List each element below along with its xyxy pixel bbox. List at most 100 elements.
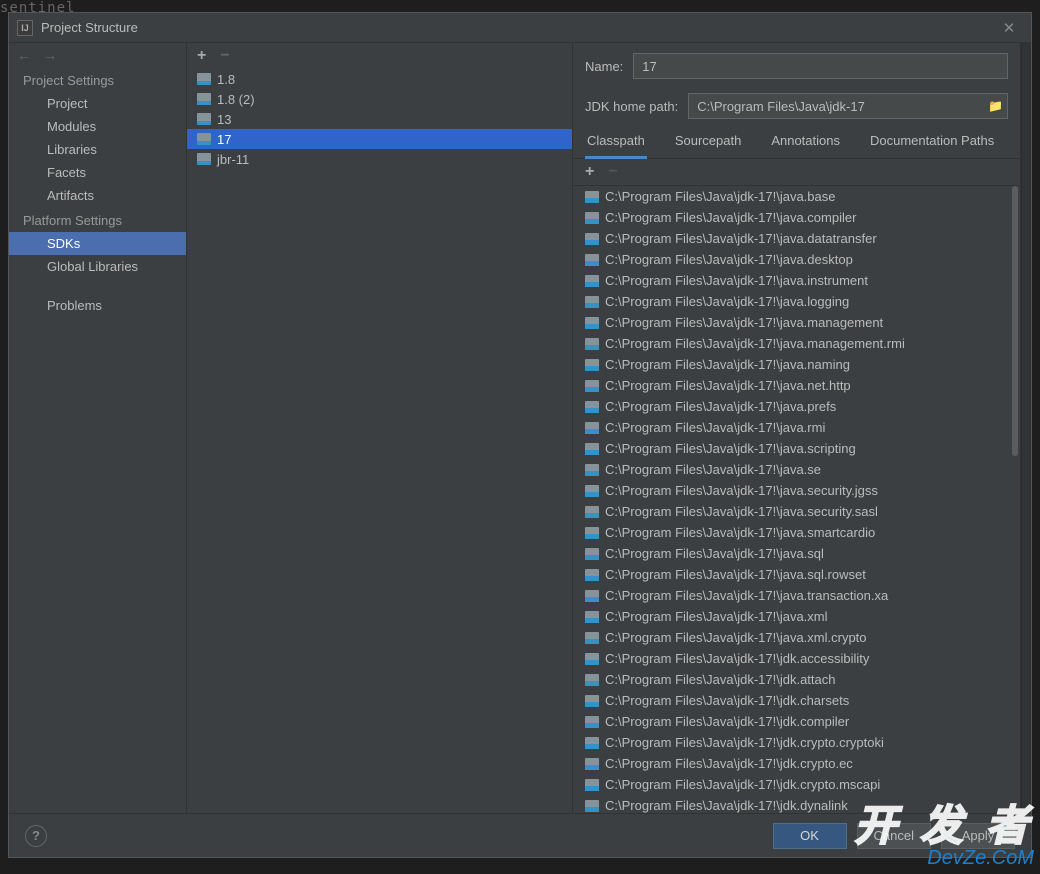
app-icon: IJ xyxy=(17,20,33,36)
module-icon xyxy=(585,800,599,812)
name-input[interactable] xyxy=(633,53,1008,79)
sdk-item[interactable]: 17 xyxy=(187,129,572,149)
project-structure-dialog: IJ Project Structure ✕ ← → Project Setti… xyxy=(8,12,1032,858)
close-button[interactable]: ✕ xyxy=(995,14,1023,42)
add-classpath-button[interactable]: + xyxy=(585,163,594,181)
module-icon xyxy=(585,464,599,476)
back-arrow-icon[interactable]: ← xyxy=(17,47,31,63)
classpath-item[interactable]: C:\Program Files\Java\jdk-17!\java.instr… xyxy=(573,270,1020,291)
forward-arrow-icon[interactable]: → xyxy=(43,47,57,63)
browse-folder-icon[interactable]: 📁 xyxy=(988,99,1003,113)
module-icon xyxy=(585,632,599,644)
help-button[interactable]: ? xyxy=(25,825,47,847)
classpath-item[interactable]: C:\Program Files\Java\jdk-17!\jdk.access… xyxy=(573,648,1020,669)
path-input[interactable]: C:\Program Files\Java\jdk-17 📁 xyxy=(688,93,1008,119)
apply-button[interactable]: Apply xyxy=(941,823,1015,849)
scrollbar-thumb[interactable] xyxy=(1012,186,1018,456)
path-row: JDK home path: C:\Program Files\Java\jdk… xyxy=(573,79,1020,127)
module-icon xyxy=(585,254,599,266)
classpath-item[interactable]: C:\Program Files\Java\jdk-17!\java.namin… xyxy=(573,354,1020,375)
remove-sdk-button[interactable]: − xyxy=(220,47,229,65)
sdk-item-label: 1.8 (2) xyxy=(217,92,255,107)
classpath-item[interactable]: C:\Program Files\Java\jdk-17!\jdk.crypto… xyxy=(573,753,1020,774)
classpath-item[interactable]: C:\Program Files\Java\jdk-17!\jdk.dynali… xyxy=(573,795,1020,813)
sdk-detail-panel: Name: JDK home path: C:\Program Files\Ja… xyxy=(573,43,1021,813)
classpath-item[interactable]: C:\Program Files\Java\jdk-17!\jdk.compil… xyxy=(573,711,1020,732)
name-row: Name: xyxy=(573,43,1020,79)
nav-item-sdks[interactable]: SDKs xyxy=(9,232,186,255)
classpath-item[interactable]: C:\Program Files\Java\jdk-17!\java.secur… xyxy=(573,480,1020,501)
classpath-item[interactable]: C:\Program Files\Java\jdk-17!\java.base xyxy=(573,186,1020,207)
remove-classpath-button[interactable]: − xyxy=(608,163,617,181)
tabs: Classpath Sourcepath Annotations Documentat… xyxy=(573,127,1020,159)
classpath-item[interactable]: C:\Program Files\Java\jdk-17!\java.deskt… xyxy=(573,249,1020,270)
classpath-item[interactable]: C:\Program Files\Java\jdk-17!\java.xml xyxy=(573,606,1020,627)
classpath-item[interactable]: C:\Program Files\Java\jdk-17!\java.trans… xyxy=(573,585,1020,606)
classpath-list[interactable]: C:\Program Files\Java\jdk-17!\java.base C… xyxy=(573,186,1020,813)
tab-documentation-paths[interactable]: Documentation Paths xyxy=(868,127,996,158)
cancel-button[interactable]: Cancel xyxy=(857,823,931,849)
nav-item-facets[interactable]: Facets xyxy=(9,161,186,184)
module-icon xyxy=(585,191,599,203)
tab-sourcepath[interactable]: Sourcepath xyxy=(673,127,744,158)
sdk-list[interactable]: 1.8 1.8 (2) 13 17jbr-11 xyxy=(187,69,572,813)
nav-problems[interactable]: Problems xyxy=(9,294,186,317)
module-icon xyxy=(585,317,599,329)
nav-arrows: ← → xyxy=(9,43,186,67)
classpath-item[interactable]: C:\Program Files\Java\jdk-17!\java.datat… xyxy=(573,228,1020,249)
classpath-path: C:\Program Files\Java\jdk-17!\jdk.attach xyxy=(605,672,835,687)
classpath-path: C:\Program Files\Java\jdk-17!\jdk.crypto… xyxy=(605,756,853,771)
sdk-item-label: 13 xyxy=(217,112,231,127)
classpath-path: C:\Program Files\Java\jdk-17!\java.base xyxy=(605,189,835,204)
titlebar: IJ Project Structure ✕ xyxy=(9,13,1031,43)
classpath-path: C:\Program Files\Java\jdk-17!\java.loggi… xyxy=(605,294,849,309)
classpath-item[interactable]: C:\Program Files\Java\jdk-17!\jdk.crypto… xyxy=(573,732,1020,753)
classpath-item[interactable]: C:\Program Files\Java\jdk-17!\java.manag… xyxy=(573,312,1020,333)
classpath-item[interactable]: C:\Program Files\Java\jdk-17!\java.compi… xyxy=(573,207,1020,228)
classpath-path: C:\Program Files\Java\jdk-17!\java.instr… xyxy=(605,273,868,288)
dialog-title: Project Structure xyxy=(41,20,995,35)
name-label: Name: xyxy=(585,59,623,74)
classpath-item[interactable]: C:\Program Files\Java\jdk-17!\java.smart… xyxy=(573,522,1020,543)
nav-item-global-libraries[interactable]: Global Libraries xyxy=(9,255,186,278)
nav-item-modules[interactable]: Modules xyxy=(9,115,186,138)
classpath-item[interactable]: C:\Program Files\Java\jdk-17!\jdk.attach xyxy=(573,669,1020,690)
nav-item-project[interactable]: Project xyxy=(9,92,186,115)
sdk-item[interactable]: 1.8 xyxy=(187,69,572,89)
classpath-path: C:\Program Files\Java\jdk-17!\java.datat… xyxy=(605,231,877,246)
classpath-item[interactable]: C:\Program Files\Java\jdk-17!\java.secur… xyxy=(573,501,1020,522)
classpath-item[interactable]: C:\Program Files\Java\jdk-17!\java.xml.c… xyxy=(573,627,1020,648)
classpath-path: C:\Program Files\Java\jdk-17!\java.secur… xyxy=(605,483,878,498)
sdk-item[interactable]: 13 xyxy=(187,109,572,129)
sdk-item[interactable]: jbr-11 xyxy=(187,149,572,169)
folder-icon xyxy=(197,153,211,165)
module-icon xyxy=(585,611,599,623)
classpath-item[interactable]: C:\Program Files\Java\jdk-17!\java.prefs xyxy=(573,396,1020,417)
nav-item-artifacts[interactable]: Artifacts xyxy=(9,184,186,207)
classpath-item[interactable]: C:\Program Files\Java\jdk-17!\java.manag… xyxy=(573,333,1020,354)
classpath-item[interactable]: C:\Program Files\Java\jdk-17!\jdk.charse… xyxy=(573,690,1020,711)
project-settings-header: Project Settings xyxy=(9,67,186,92)
nav-item-libraries[interactable]: Libraries xyxy=(9,138,186,161)
ok-button[interactable]: OK xyxy=(773,823,847,849)
classpath-item[interactable]: C:\Program Files\Java\jdk-17!\java.loggi… xyxy=(573,291,1020,312)
classpath-item[interactable]: C:\Program Files\Java\jdk-17!\java.scrip… xyxy=(573,438,1020,459)
classpath-item[interactable]: C:\Program Files\Java\jdk-17!\java.se xyxy=(573,459,1020,480)
classpath-path: C:\Program Files\Java\jdk-17!\jdk.crypto… xyxy=(605,777,880,792)
add-sdk-button[interactable]: + xyxy=(197,47,206,65)
classpath-item[interactable]: C:\Program Files\Java\jdk-17!\java.rmi xyxy=(573,417,1020,438)
classpath-item[interactable]: C:\Program Files\Java\jdk-17!\java.sql xyxy=(573,543,1020,564)
tab-annotations[interactable]: Annotations xyxy=(769,127,842,158)
classpath-path: C:\Program Files\Java\jdk-17!\java.rmi xyxy=(605,420,825,435)
module-icon xyxy=(585,485,599,497)
classpath-path: C:\Program Files\Java\jdk-17!\java.trans… xyxy=(605,588,888,603)
classpath-item[interactable]: C:\Program Files\Java\jdk-17!\jdk.crypto… xyxy=(573,774,1020,795)
module-icon xyxy=(585,401,599,413)
classpath-path: C:\Program Files\Java\jdk-17!\jdk.crypto… xyxy=(605,735,884,750)
classpath-item[interactable]: C:\Program Files\Java\jdk-17!\java.net.h… xyxy=(573,375,1020,396)
sdk-item[interactable]: 1.8 (2) xyxy=(187,89,572,109)
tab-classpath[interactable]: Classpath xyxy=(585,127,647,159)
module-icon xyxy=(585,275,599,287)
classpath-item[interactable]: C:\Program Files\Java\jdk-17!\java.sql.r… xyxy=(573,564,1020,585)
classpath-path: C:\Program Files\Java\jdk-17!\java.namin… xyxy=(605,357,850,372)
